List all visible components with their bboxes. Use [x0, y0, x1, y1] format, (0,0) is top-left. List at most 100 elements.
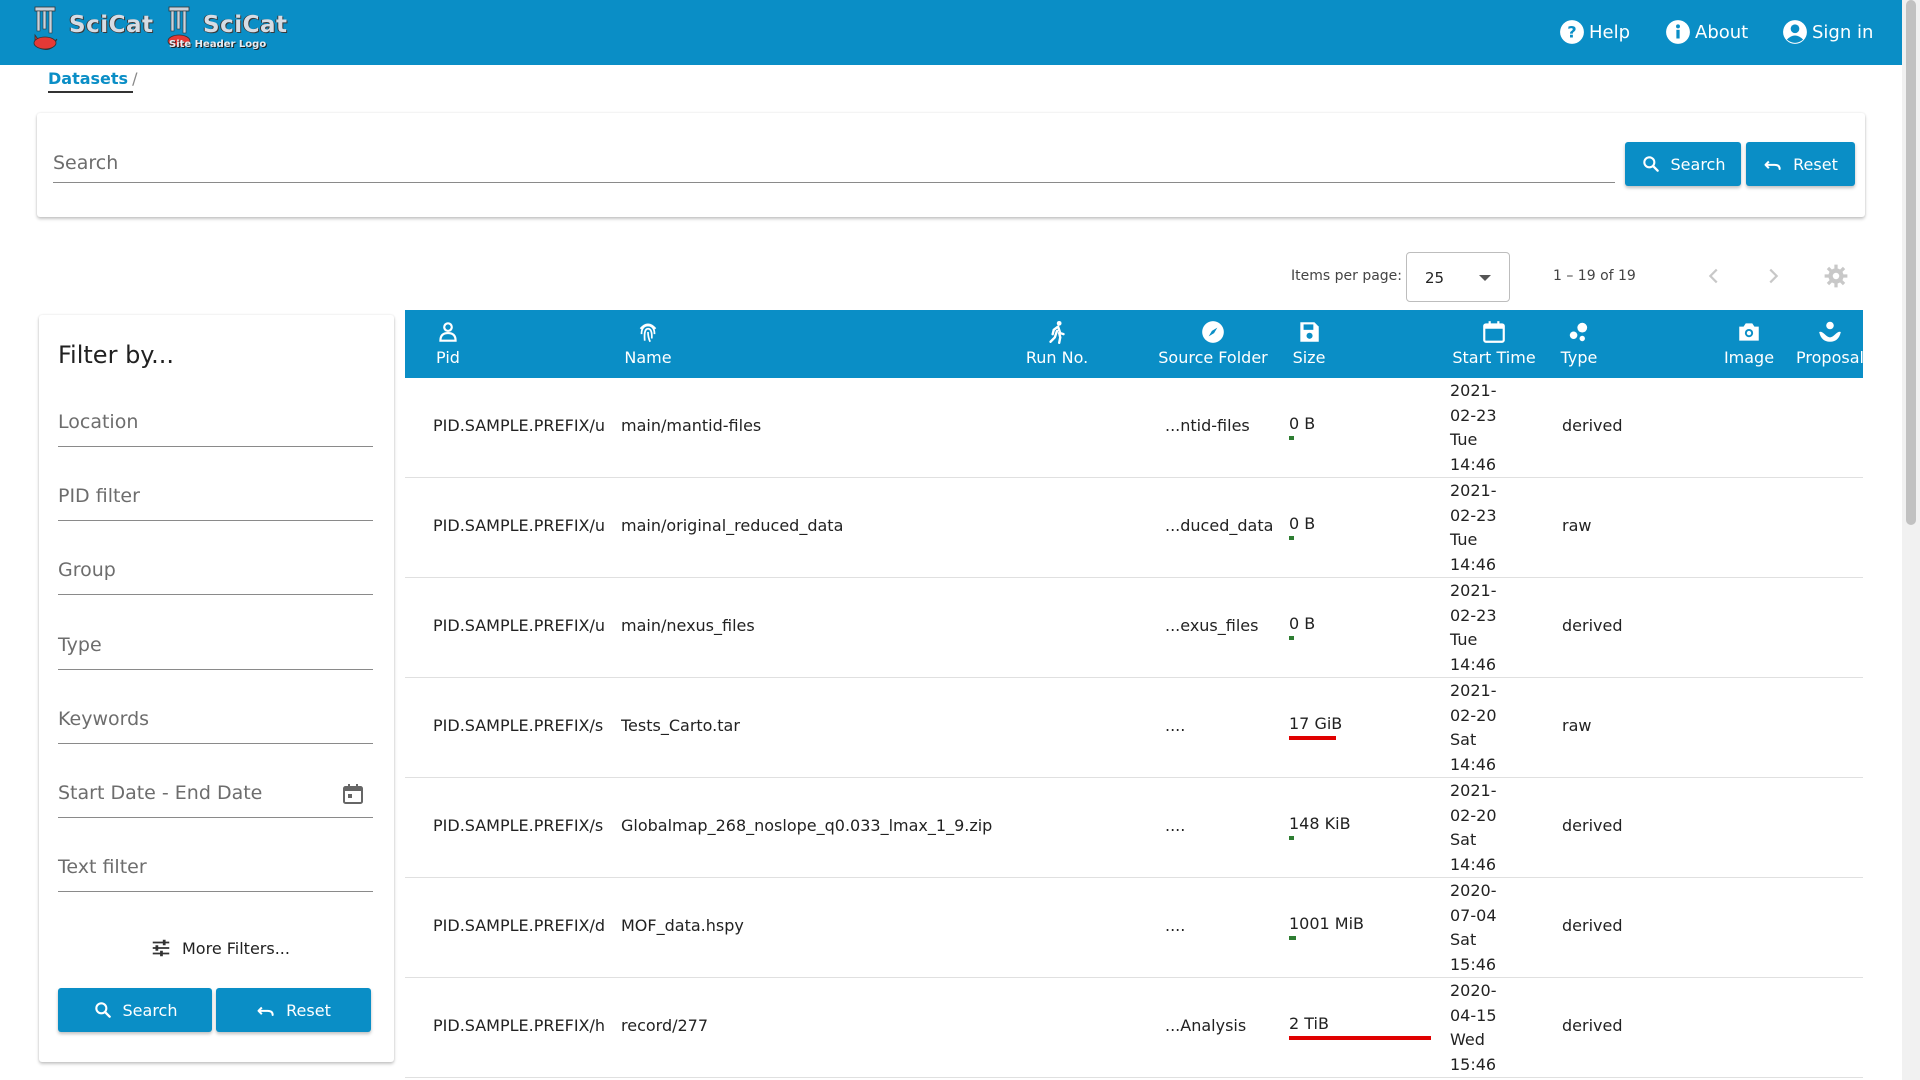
breadcrumb: Datasets /: [48, 63, 137, 93]
items-per-page-select[interactable]: 25: [1406, 252, 1510, 302]
table-row[interactable]: PID.SAMPLE.PREFIX/s Globalmap_268_noslope…: [405, 778, 1863, 878]
items-per-page-value: 25: [1425, 269, 1445, 287]
start-time-line: 14:46: [1450, 554, 1497, 574]
column-header-name[interactable]: Name: [603, 310, 693, 378]
table-row[interactable]: PID.SAMPLE.PREFIX/h record/277 ...Analysis…: [405, 978, 1863, 1078]
start-time-line: Sat: [1450, 830, 1477, 849]
start-time-line: 2021-: [1450, 381, 1497, 400]
sign-in-label: Sign in: [1812, 21, 1874, 43]
keywords-filter[interactable]: Keywords: [58, 694, 373, 744]
caret-down-icon: [1479, 275, 1491, 281]
start-time-line: 15:46: [1450, 954, 1497, 974]
column-header-proposal[interactable]: Proposal: [1794, 310, 1863, 378]
column-label: Proposal: [1796, 348, 1863, 367]
type-cell: derived: [1562, 816, 1623, 835]
start-time-line: 02-20: [1450, 705, 1497, 725]
column-header-image[interactable]: Image: [1719, 310, 1779, 378]
pid-filter-label: PID filter: [58, 485, 140, 507]
page-scrollbar[interactable]: [1902, 0, 1920, 1080]
breadcrumb-datasets[interactable]: Datasets: [48, 69, 128, 88]
filter-search-label: Search: [122, 1000, 178, 1020]
date-range-filter[interactable]: Start Date - End Date: [58, 768, 373, 818]
start-time-line: 14:46: [1450, 654, 1497, 674]
reset-button[interactable]: Reset: [1746, 142, 1855, 186]
compass-icon: [1202, 321, 1224, 343]
start-time-line: 14:46: [1450, 854, 1497, 874]
calendar-icon[interactable]: [341, 782, 365, 806]
table-row[interactable]: PID.SAMPLE.PREFIX/u main/mantid-files ...n…: [405, 378, 1863, 478]
search-card: Search Reset: [37, 113, 1865, 217]
table-row[interactable]: PID.SAMPLE.PREFIX/d MOF_data.hspy.... 1001…: [405, 878, 1863, 978]
tune-icon: [152, 939, 170, 957]
start-time-cell: 2021- 02-20 Sat 14:46: [1450, 779, 1497, 877]
chevron-right-icon[interactable]: [1762, 265, 1784, 287]
table-row[interactable]: PID.SAMPLE.PREFIX/u main/nexus_files ...ex…: [405, 578, 1863, 678]
filter-reset-button[interactable]: Reset: [216, 988, 371, 1032]
type-filter-label: Type: [58, 634, 102, 656]
more-filters-label: More Filters...: [182, 938, 290, 958]
chevron-left-icon[interactable]: [1703, 265, 1725, 287]
table-row[interactable]: PID.SAMPLE.PREFIX/s Tests_Carto.tar.... 17…: [405, 678, 1863, 778]
svg-text:?: ?: [1567, 22, 1576, 41]
search-button[interactable]: Search: [1625, 142, 1741, 186]
size-cell: 2 TiB: [1289, 1014, 1431, 1040]
scicat-logo[interactable]: SciCat: [31, 5, 153, 55]
undo-icon: [1764, 160, 1781, 170]
source-folder-cell: ....: [1165, 916, 1186, 935]
size-value: 1001 MiB: [1289, 914, 1365, 933]
type-filter[interactable]: Type: [58, 620, 373, 670]
size-bar: [1289, 936, 1296, 940]
text-filter[interactable]: Text filter: [58, 842, 373, 892]
start-time-line: 14:46: [1450, 454, 1497, 474]
column-header-type[interactable]: Type: [1554, 310, 1604, 378]
sign-in-button[interactable]: Sign in: [1782, 17, 1873, 47]
column-header-source-folder[interactable]: Source Folder: [1155, 310, 1271, 378]
search-icon: [1642, 156, 1659, 172]
pid-filter[interactable]: PID filter: [58, 471, 373, 521]
name-cell: main/nexus_files: [621, 616, 755, 635]
column-header-size[interactable]: Size: [1284, 310, 1334, 378]
column-header-pid[interactable]: Pid: [405, 310, 491, 378]
table-header: Pid Name Run No. Source Folder Size Star…: [405, 310, 1863, 378]
help-button[interactable]: ? Help: [1559, 17, 1630, 47]
source-folder-cell: ....: [1165, 816, 1186, 835]
filter-reset-label: Reset: [286, 1000, 331, 1020]
size-value: 2 TiB: [1289, 1014, 1329, 1033]
start-time-line: 2021-: [1450, 481, 1497, 500]
start-time-line: Wed: [1450, 1030, 1485, 1049]
more-filters-button[interactable]: More Filters...: [150, 933, 290, 963]
type-cell: derived: [1562, 1016, 1623, 1035]
start-time-cell: 2020- 04-15 Wed 15:46: [1450, 979, 1497, 1077]
account-circle-icon: [1783, 20, 1807, 44]
column-label: Run No.: [1025, 348, 1089, 367]
size-cell: 0 B: [1289, 514, 1316, 540]
pid-cell: PID.SAMPLE.PREFIX/u: [433, 516, 606, 535]
search-button-label: Search: [1670, 154, 1726, 174]
start-time-line: Sat: [1450, 930, 1477, 949]
size-cell: 148 KiB: [1289, 814, 1351, 840]
top-toolbar: SciCat SciCat Site Header Logo ? Help Ab…: [0, 0, 1902, 65]
about-button[interactable]: About: [1665, 17, 1748, 47]
start-time-cell: 2021- 02-23 Tue 14:46: [1450, 579, 1497, 677]
name-cell: main/original_reduced_data: [621, 516, 844, 535]
start-time-cell: 2021- 02-23 Tue 14:46: [1450, 379, 1497, 477]
pid-cell: PID.SAMPLE.PREFIX/s: [433, 816, 604, 835]
scrollbar-thumb[interactable]: [1906, 0, 1916, 525]
group-filter[interactable]: Group: [58, 545, 373, 595]
column-header-run-no[interactable]: Run No.: [1012, 310, 1102, 378]
about-label: About: [1695, 21, 1749, 43]
help-label: Help: [1589, 21, 1631, 43]
location-filter[interactable]: Location: [58, 397, 373, 447]
start-time-line: 2020-: [1450, 881, 1497, 900]
source-folder-cell: ...exus_files: [1165, 616, 1259, 635]
undo-icon: [257, 1006, 274, 1016]
column-header-start-time[interactable]: Start Time: [1445, 310, 1543, 378]
info-icon: [1666, 20, 1690, 44]
size-value: 0 B: [1289, 514, 1316, 533]
site-header-logo[interactable]: SciCat Site Header Logo: [165, 5, 287, 55]
gear-icon[interactable]: [1823, 263, 1849, 289]
filter-search-button[interactable]: Search: [58, 988, 212, 1032]
table-row[interactable]: PID.SAMPLE.PREFIX/u main/original_reduced…: [405, 478, 1863, 578]
column-label: Start Time: [1452, 348, 1536, 367]
search-input[interactable]: [53, 143, 1615, 183]
